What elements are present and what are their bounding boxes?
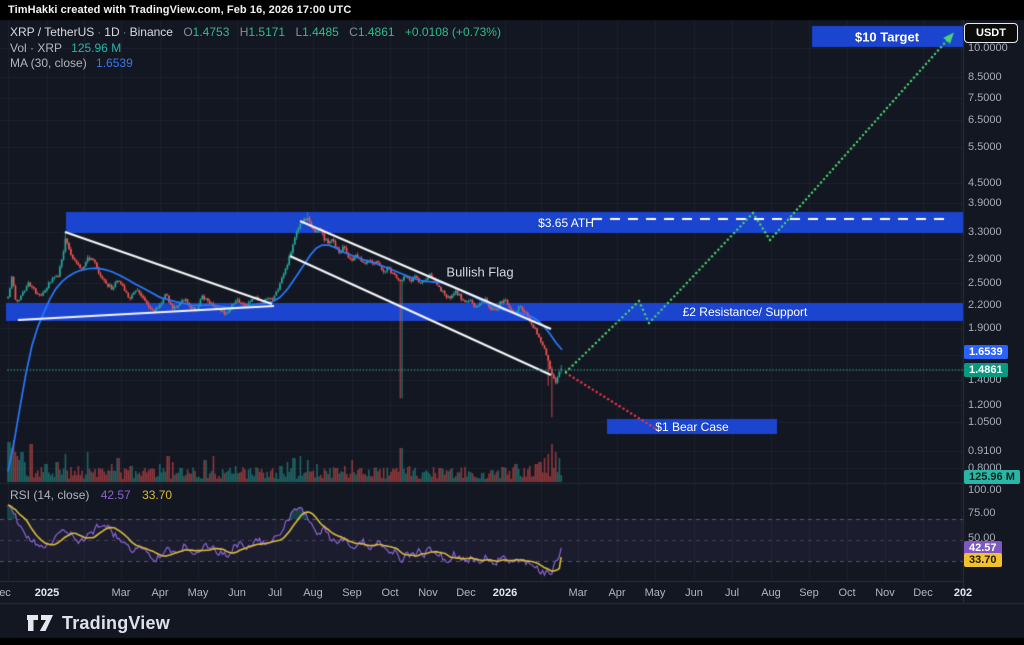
exchange-label: Binance	[130, 25, 173, 39]
time-axis-label: Jun	[685, 587, 703, 599]
axis-price-badge: 1.6539	[964, 345, 1008, 359]
target-banner-label[interactable]: $10 Target	[855, 30, 919, 45]
time-axis-label: 2025	[35, 587, 59, 599]
rsi-label: RSI (14, close)	[10, 488, 89, 502]
time-axis-label: Apr	[608, 587, 625, 599]
time-axis-label: Oct	[381, 587, 398, 599]
change-value: +0.0108 (+0.73%)	[405, 25, 501, 39]
price-tick-label: 6.5000	[968, 114, 1002, 126]
chart-canvas[interactable]	[0, 0, 1024, 645]
bear-case-box-label[interactable]: $1 Bear Case	[655, 420, 728, 434]
ma-label: MA (30, close)	[10, 56, 87, 70]
price-tick-label: 10.0000	[968, 42, 1008, 54]
time-axis-label: Sep	[342, 587, 362, 599]
axis-price-badge: 125.96 M	[964, 470, 1020, 484]
ma-legend-row[interactable]: MA (30, close) 1.6539	[10, 56, 133, 70]
rsi-value: 42.57	[101, 488, 131, 502]
high-value: 1.5171	[248, 25, 285, 39]
price-tick-label: 1.2000	[968, 399, 1002, 411]
time-axis-label: Oct	[838, 587, 855, 599]
time-axis-label: Apr	[151, 587, 168, 599]
price-tick-label: 3.3000	[968, 226, 1002, 238]
price-tick-label: 8.5000	[968, 71, 1002, 83]
tradingview-wordmark: TradingView	[62, 613, 170, 634]
price-tick-label: 1.0500	[968, 416, 1002, 428]
price-tick-label: 4.5000	[968, 177, 1002, 189]
tradingview-footer-link[interactable]: TradingView	[26, 611, 170, 635]
time-axis-label: Jul	[725, 587, 739, 599]
volume-label: Vol · XRP	[10, 41, 62, 55]
bullish-flag-annotation[interactable]: Bullish Flag	[446, 265, 513, 280]
symbol-name: XRP / TetherUS	[10, 25, 94, 39]
time-axis-label: 202	[954, 587, 972, 599]
time-axis-label: Dec	[456, 587, 476, 599]
time-axis-label: Dec	[913, 587, 933, 599]
tradingview-logo-icon	[26, 611, 54, 635]
currency-toggle-button[interactable]: USDT	[964, 23, 1018, 43]
ma-value: 1.6539	[96, 56, 133, 70]
low-value: 1.4485	[302, 25, 339, 39]
rsi-legend-row[interactable]: RSI (14, close) 42.57 33.70	[10, 488, 172, 502]
price-tick-label: 75.00	[968, 507, 996, 519]
volume-legend-row[interactable]: Vol · XRP 125.96 M	[10, 41, 121, 55]
tradingview-chart-window: TimHakki created with TradingView.com, F…	[0, 0, 1024, 645]
time-axis-label: Jun	[228, 587, 246, 599]
symbol-legend-row[interactable]: XRP / TetherUS·1D·Binance O1.4753 H1.517…	[10, 25, 501, 39]
time-axis-label: Sep	[799, 587, 819, 599]
axis-price-badge: 33.70	[964, 553, 1002, 567]
price-tick-label: 5.5000	[968, 141, 1002, 153]
rsi-ma-value: 33.70	[142, 488, 172, 502]
time-axis-label: Mar	[112, 587, 131, 599]
time-axis-label: Mar	[569, 587, 588, 599]
price-tick-label: 1.9000	[968, 322, 1002, 334]
interval-label: 1D	[104, 25, 119, 39]
price-tick-label: 2.2000	[968, 299, 1002, 311]
close-value: 1.4861	[358, 25, 395, 39]
time-axis-label: May	[188, 587, 209, 599]
price-tick-label: 2.5000	[968, 277, 1002, 289]
time-axis-label: May	[645, 587, 666, 599]
close-letter: C	[349, 25, 358, 39]
price-tick-label: 7.5000	[968, 92, 1002, 104]
price-tick-label: 2.9000	[968, 253, 1002, 265]
attribution-text: TimHakki created with TradingView.com, F…	[8, 4, 351, 16]
time-axis-label: Nov	[875, 587, 895, 599]
volume-value: 125.96 M	[71, 41, 121, 55]
price-tick-label: 3.9000	[968, 197, 1002, 209]
resistance-band-label[interactable]: £2 Resistance/ Support	[683, 305, 808, 319]
price-tick-label: 0.9100	[968, 445, 1002, 457]
open-letter: O	[183, 25, 192, 39]
time-axis-label: 2026	[493, 587, 517, 599]
open-value: 1.4753	[193, 25, 230, 39]
time-axis-label: Jul	[268, 587, 282, 599]
time-axis-label: Aug	[303, 587, 323, 599]
time-axis-label: Nov	[418, 587, 438, 599]
time-axis-label: ec	[0, 587, 11, 599]
ath-band-label[interactable]: $3.65 ATH	[538, 216, 594, 230]
price-tick-label: 100.00	[968, 484, 1002, 496]
time-axis-label: Aug	[761, 587, 781, 599]
axis-price-badge: 1.4861	[964, 363, 1008, 377]
